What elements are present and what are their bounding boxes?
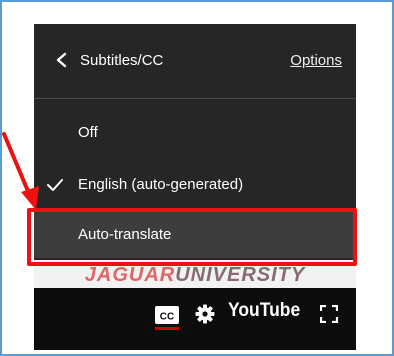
highlight-box [27, 208, 357, 266]
player-control-bar: CC YouTube [34, 288, 356, 350]
menu-title: Subtitles/CC [80, 52, 164, 69]
fullscreen-icon[interactable] [320, 305, 338, 323]
watermark-text: JAGUAR [84, 264, 176, 286]
svg-text:CC: CC [160, 312, 174, 323]
gear-icon[interactable] [195, 304, 215, 324]
closed-captions-icon[interactable]: CC [152, 304, 182, 330]
menu-item-off[interactable]: Off [34, 110, 356, 156]
youtube-logo[interactable]: YouTube [228, 300, 300, 322]
watermark-text: UNIVERSITY [175, 264, 306, 286]
video-watermark: JAGUARUNIVERSITY [34, 264, 356, 287]
menu-item-english-auto-generated[interactable]: English (auto-generated) [34, 162, 356, 208]
options-link[interactable]: Options [290, 52, 342, 69]
chevron-left-icon[interactable] [54, 52, 70, 68]
menu-header: Subtitles/CC Options [34, 24, 356, 99]
red-arrow-icon [2, 132, 39, 210]
menu-item-label: Off [78, 124, 98, 141]
menu-item-label: English (auto-generated) [78, 176, 244, 193]
